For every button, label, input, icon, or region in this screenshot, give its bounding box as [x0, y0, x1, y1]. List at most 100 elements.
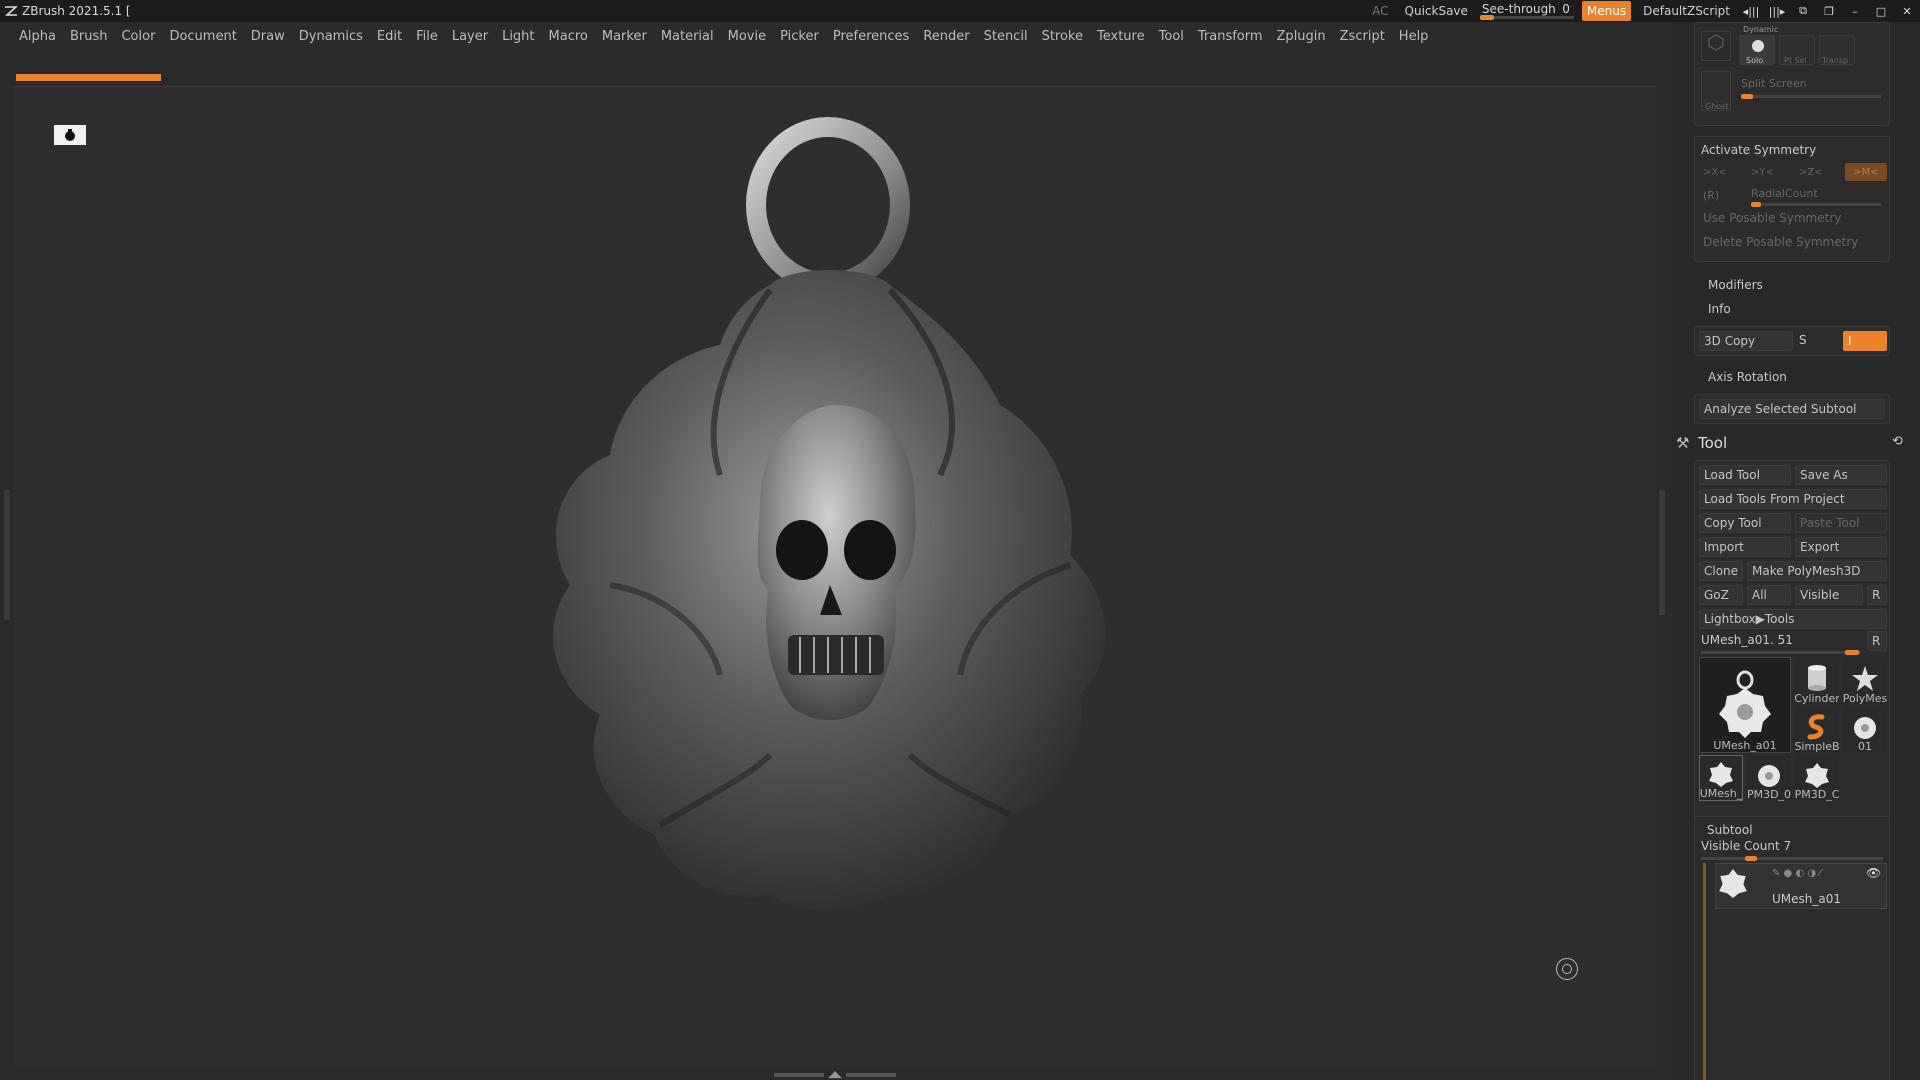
- tool-thumb-pm3d-c[interactable]: PM3D_C: [1795, 755, 1839, 801]
- import-button[interactable]: Import: [1699, 537, 1791, 557]
- menu-preferences[interactable]: Preferences: [826, 29, 916, 44]
- menu-light[interactable]: Light: [495, 29, 541, 44]
- current-tool-slider[interactable]: [1701, 650, 1861, 655]
- menu-color[interactable]: Color: [114, 29, 162, 44]
- goz-visible-button[interactable]: Visible: [1795, 585, 1863, 605]
- default-zscript-button[interactable]: DefaultZScript: [1635, 0, 1738, 22]
- analyze-subtool-button[interactable]: Analyze Selected Subtool: [1699, 399, 1885, 419]
- menu-edit[interactable]: Edit: [370, 29, 409, 44]
- menu-marker[interactable]: Marker: [595, 29, 654, 44]
- tool-thumb-pm3d-0[interactable]: PM3D_0: [1747, 755, 1791, 801]
- export-button[interactable]: Export: [1795, 537, 1887, 557]
- copy3d-value-input[interactable]: I: [1843, 331, 1887, 351]
- windows-icon[interactable]: ⧉: [1790, 0, 1816, 22]
- save-as-button[interactable]: Save As: [1795, 465, 1887, 485]
- subtool-header[interactable]: Subtool: [1707, 823, 1753, 837]
- menu-stencil[interactable]: Stencil: [977, 29, 1035, 44]
- load-tool-button[interactable]: Load Tool: [1699, 465, 1791, 485]
- make-polymesh3d-button[interactable]: Make PolyMesh3D: [1747, 561, 1887, 581]
- solo-button[interactable]: Solo: [1739, 35, 1775, 65]
- radialcount-slider[interactable]: [1751, 202, 1881, 207]
- layout-prev-icon[interactable]: ◂|||: [1738, 0, 1764, 22]
- menu-alpha[interactable]: Alpha: [12, 29, 63, 44]
- axis-rotation-header[interactable]: Axis Rotation: [1708, 370, 1787, 384]
- ptsel-button[interactable]: Pt Sel: [1779, 35, 1815, 65]
- canvas-target-icon[interactable]: [1556, 958, 1578, 980]
- activate-symmetry-label[interactable]: Activate Symmetry: [1701, 143, 1816, 157]
- delete-posable-symmetry-button[interactable]: Delete Posable Symmetry: [1703, 235, 1858, 249]
- minimize-icon[interactable]: –: [1842, 0, 1868, 22]
- tool-thumb-polymesh[interactable]: PolyMes: [1843, 657, 1887, 705]
- maximize-icon[interactable]: □: [1868, 0, 1894, 22]
- tool-thumb-umesh[interactable]: UMesh_: [1699, 755, 1743, 801]
- menu-dynamics[interactable]: Dynamics: [292, 29, 370, 44]
- subtool-scrollbar[interactable]: [1703, 863, 1706, 1080]
- load-tools-from-project-button[interactable]: Load Tools From Project: [1699, 489, 1887, 509]
- copy3d-box: 3D Copy S I: [1694, 326, 1890, 356]
- menu-document[interactable]: Document: [162, 29, 243, 44]
- menu-file[interactable]: File: [409, 29, 445, 44]
- goz-r-button[interactable]: R: [1867, 585, 1887, 605]
- ghost-button[interactable]: Ghost: [1701, 71, 1731, 111]
- sym-z-button[interactable]: >Z<: [1799, 167, 1823, 178]
- close-icon[interactable]: ✕: [1894, 0, 1920, 22]
- menu-zplugin[interactable]: Zplugin: [1270, 29, 1333, 44]
- menus-toggle[interactable]: Menus: [1581, 1, 1632, 21]
- menu-material[interactable]: Material: [654, 29, 721, 44]
- sym-y-button[interactable]: >Y<: [1751, 167, 1774, 178]
- copy-tool-button[interactable]: Copy Tool: [1699, 513, 1791, 533]
- menu-stroke[interactable]: Stroke: [1035, 29, 1090, 44]
- tool-thumb-cylinder[interactable]: Cylinder: [1795, 657, 1839, 705]
- visible-count-slider[interactable]: [1701, 856, 1883, 861]
- goz-all-button[interactable]: All: [1747, 585, 1791, 605]
- menu-transform[interactable]: Transform: [1191, 29, 1270, 44]
- ac-button[interactable]: AC: [1364, 0, 1396, 22]
- transp-button[interactable]: Transp: [1819, 35, 1855, 65]
- paste-tool-button[interactable]: Paste Tool: [1795, 513, 1887, 533]
- quicksave-button[interactable]: QuickSave: [1397, 0, 1476, 22]
- sym-r-button[interactable]: (R): [1703, 189, 1719, 202]
- transform-box: Dynamic Solo Pt Sel Transp Ghost Split S…: [1694, 22, 1890, 126]
- menu-tool[interactable]: Tool: [1152, 29, 1191, 44]
- frame-icon-button[interactable]: [1701, 31, 1731, 61]
- menu-movie[interactable]: Movie: [721, 29, 773, 44]
- sym-x-button[interactable]: >X<: [1703, 167, 1727, 178]
- menu-draw[interactable]: Draw: [244, 29, 292, 44]
- radialcount-label: RadialCount: [1751, 187, 1818, 200]
- restore-layout-icon[interactable]: ❐: [1816, 0, 1842, 22]
- lightbox-tools-button[interactable]: Lightbox▶Tools: [1699, 609, 1887, 629]
- menu-layer[interactable]: Layer: [445, 29, 495, 44]
- menu-help[interactable]: Help: [1392, 29, 1436, 44]
- layout-next-icon[interactable]: |||▸: [1764, 0, 1790, 22]
- info-header[interactable]: Info: [1708, 302, 1731, 316]
- use-posable-symmetry-button[interactable]: Use Posable Symmetry: [1703, 211, 1841, 225]
- copy3d-button[interactable]: 3D Copy: [1699, 331, 1793, 351]
- tool-thumb-simplebrush[interactable]: SimpleB: [1795, 707, 1839, 753]
- modifiers-header[interactable]: Modifiers: [1708, 278, 1763, 292]
- split-screen-slider[interactable]: [1741, 94, 1881, 99]
- menu-picker[interactable]: Picker: [773, 29, 826, 44]
- window-title: ZBrush 2021.5.1 [: [22, 4, 131, 18]
- subtool-flags-icons[interactable]: ✎ ● ◐ ◑ ⁄: [1772, 868, 1821, 879]
- clone-button[interactable]: Clone: [1699, 561, 1743, 581]
- menu-render[interactable]: Render: [916, 29, 976, 44]
- tool-thumb-umesh-a01[interactable]: UMesh_a01: [1699, 657, 1791, 753]
- left-tray-handle[interactable]: [4, 490, 10, 620]
- tool-thumb-01[interactable]: 01: [1843, 707, 1887, 753]
- sym-m-button[interactable]: >M<: [1845, 163, 1887, 181]
- camera-icon[interactable]: [54, 125, 86, 145]
- subtool-item[interactable]: ✎ ● ◐ ◑ ⁄ 👁 UMesh_a01: [1715, 863, 1887, 909]
- bottom-tray-handle[interactable]: ◢◣: [770, 1070, 900, 1080]
- subtool-eye-icon[interactable]: 👁: [1866, 866, 1881, 880]
- current-tool-r-button[interactable]: R: [1867, 631, 1887, 651]
- seethrough-slider[interactable]: See-through 0: [1476, 0, 1578, 22]
- menu-texture[interactable]: Texture: [1090, 29, 1152, 44]
- goz-button[interactable]: GoZ: [1699, 585, 1743, 605]
- medallion-small-icon: [1854, 717, 1876, 739]
- refresh-icon[interactable]: ⟲: [1892, 434, 1903, 449]
- menu-macro[interactable]: Macro: [542, 29, 595, 44]
- menu-brush[interactable]: Brush: [63, 29, 115, 44]
- right-tray-handle[interactable]: [1659, 490, 1665, 615]
- menu-zscript[interactable]: Zscript: [1333, 29, 1392, 44]
- tool-palette-title[interactable]: Tool: [1698, 434, 1727, 452]
